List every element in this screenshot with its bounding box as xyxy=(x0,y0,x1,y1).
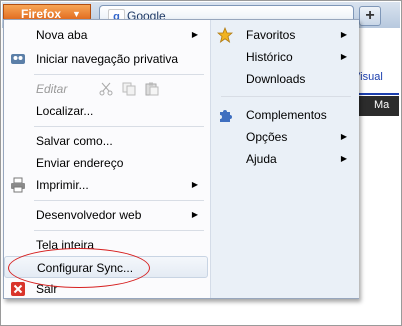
menu-item-label: Favoritos xyxy=(246,28,296,42)
paste-icon xyxy=(145,82,159,96)
puzzle-piece-icon xyxy=(220,110,232,122)
menu-item-label: Ajuda xyxy=(246,152,277,166)
submenu-arrow-icon: ▶ xyxy=(191,180,198,189)
private-browsing-mask-icon xyxy=(11,54,25,64)
menu-item-label: Desenvolvedor web xyxy=(36,208,142,222)
menu-item-downloads[interactable]: Downloads xyxy=(211,68,357,90)
submenu-arrow-icon: ▶ xyxy=(340,154,347,163)
submenu-arrow-icon: ▶ xyxy=(191,210,198,219)
annotation-ellipse-sync xyxy=(8,248,150,288)
menu-item-find[interactable]: Localizar... xyxy=(4,100,208,122)
screenshot-frame: Firefox ▼ g Google + Visual Ma Nova aba … xyxy=(0,0,402,326)
menu-right-column: Favoritos ▶ Histórico ▶ Downloads Comple… xyxy=(210,20,359,298)
new-tab-button[interactable]: + xyxy=(359,6,381,26)
menu-item-label: Enviar endereço xyxy=(36,156,124,170)
submenu-arrow-icon: ▶ xyxy=(340,132,347,141)
menu-item-label: Histórico xyxy=(246,50,293,64)
menu-item-label: Salvar como... xyxy=(36,134,113,148)
menu-item-private-browsing[interactable]: Iniciar navegação privativa xyxy=(4,48,208,70)
menu-separator xyxy=(34,230,204,231)
submenu-arrow-icon: ▶ xyxy=(340,52,347,61)
menu-item-print[interactable]: Imprimir... ▶ xyxy=(4,174,208,196)
printer-icon xyxy=(11,177,25,193)
cut-scissors-icon xyxy=(99,82,113,96)
quit-close-icon xyxy=(11,282,25,296)
page-accent-bar xyxy=(353,93,399,95)
menu-item-label: Complementos xyxy=(246,108,327,122)
star-icon xyxy=(217,27,233,43)
menu-item-edit: Editar xyxy=(4,78,208,100)
menu-item-label: Localizar... xyxy=(36,104,94,118)
menu-item-bookmarks[interactable]: Favoritos ▶ xyxy=(211,24,357,46)
copy-icon xyxy=(122,82,136,96)
menu-item-help[interactable]: Ajuda ▶ xyxy=(211,148,357,170)
firefox-app-menu: Nova aba ▶ Iniciar navegação privativa E… xyxy=(3,19,359,299)
menu-separator xyxy=(34,74,204,75)
menu-item-options[interactable]: Opções ▶ xyxy=(211,126,357,148)
menu-separator xyxy=(34,126,204,127)
menu-item-label: Imprimir... xyxy=(36,178,89,192)
menu-separator xyxy=(34,200,204,201)
menu-left-column: Nova aba ▶ Iniciar navegação privativa E… xyxy=(4,20,210,298)
submenu-arrow-icon: ▶ xyxy=(340,30,347,39)
menu-item-label: Opções xyxy=(246,130,288,144)
menu-item-save-as[interactable]: Salvar como... xyxy=(4,130,208,152)
menu-item-label: Nova aba xyxy=(36,28,88,42)
menu-item-new-tab[interactable]: Nova aba ▶ xyxy=(4,24,208,46)
menu-item-label: Editar xyxy=(36,82,68,96)
menu-separator xyxy=(221,96,351,97)
page-dark-strip: Ma xyxy=(353,96,399,116)
menu-item-label: Iniciar navegação privativa xyxy=(36,52,179,66)
menu-item-history[interactable]: Histórico ▶ xyxy=(211,46,357,68)
page-dark-text: Ma xyxy=(374,99,390,111)
menu-item-label: Downloads xyxy=(246,72,306,86)
menu-item-web-developer[interactable]: Desenvolvedor web ▶ xyxy=(4,204,208,226)
submenu-arrow-icon: ▶ xyxy=(191,30,198,39)
menu-item-addons[interactable]: Complementos xyxy=(211,104,357,126)
menu-item-send-link[interactable]: Enviar endereço xyxy=(4,152,208,174)
